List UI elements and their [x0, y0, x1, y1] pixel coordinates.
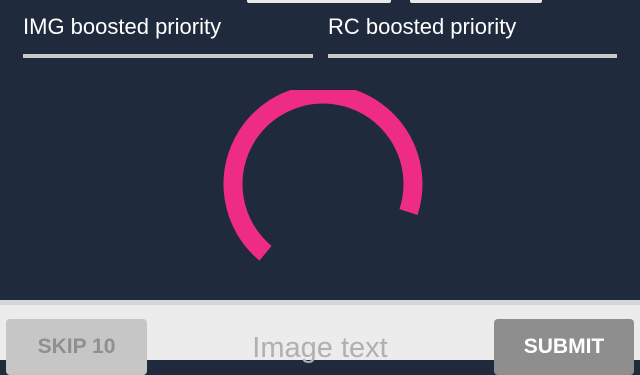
rc-boosted-priority-field[interactable]: RC boosted priority [328, 8, 617, 58]
top-tab-indicator [410, 0, 542, 3]
img-boosted-priority-field[interactable]: IMG boosted priority [23, 8, 313, 58]
bottom-bar: SKIP 10 SUBMIT [0, 300, 640, 375]
top-tab-indicator [247, 0, 391, 3]
image-text-input[interactable] [160, 319, 480, 365]
img-boosted-priority-label: IMG boosted priority [23, 14, 222, 39]
submit-button-label: SUBMIT [523, 335, 605, 358]
field-underline [23, 54, 313, 58]
rc-boosted-priority-label: RC boosted priority [328, 14, 517, 39]
field-underline [328, 54, 617, 58]
spinner-arc [223, 90, 423, 261]
skip-button-label: SKIP 10 [37, 335, 116, 358]
loading-spinner-icon [223, 90, 423, 261]
submit-button[interactable]: SUBMIT [494, 319, 634, 375]
skip-10-button[interactable]: SKIP 10 [6, 319, 147, 375]
